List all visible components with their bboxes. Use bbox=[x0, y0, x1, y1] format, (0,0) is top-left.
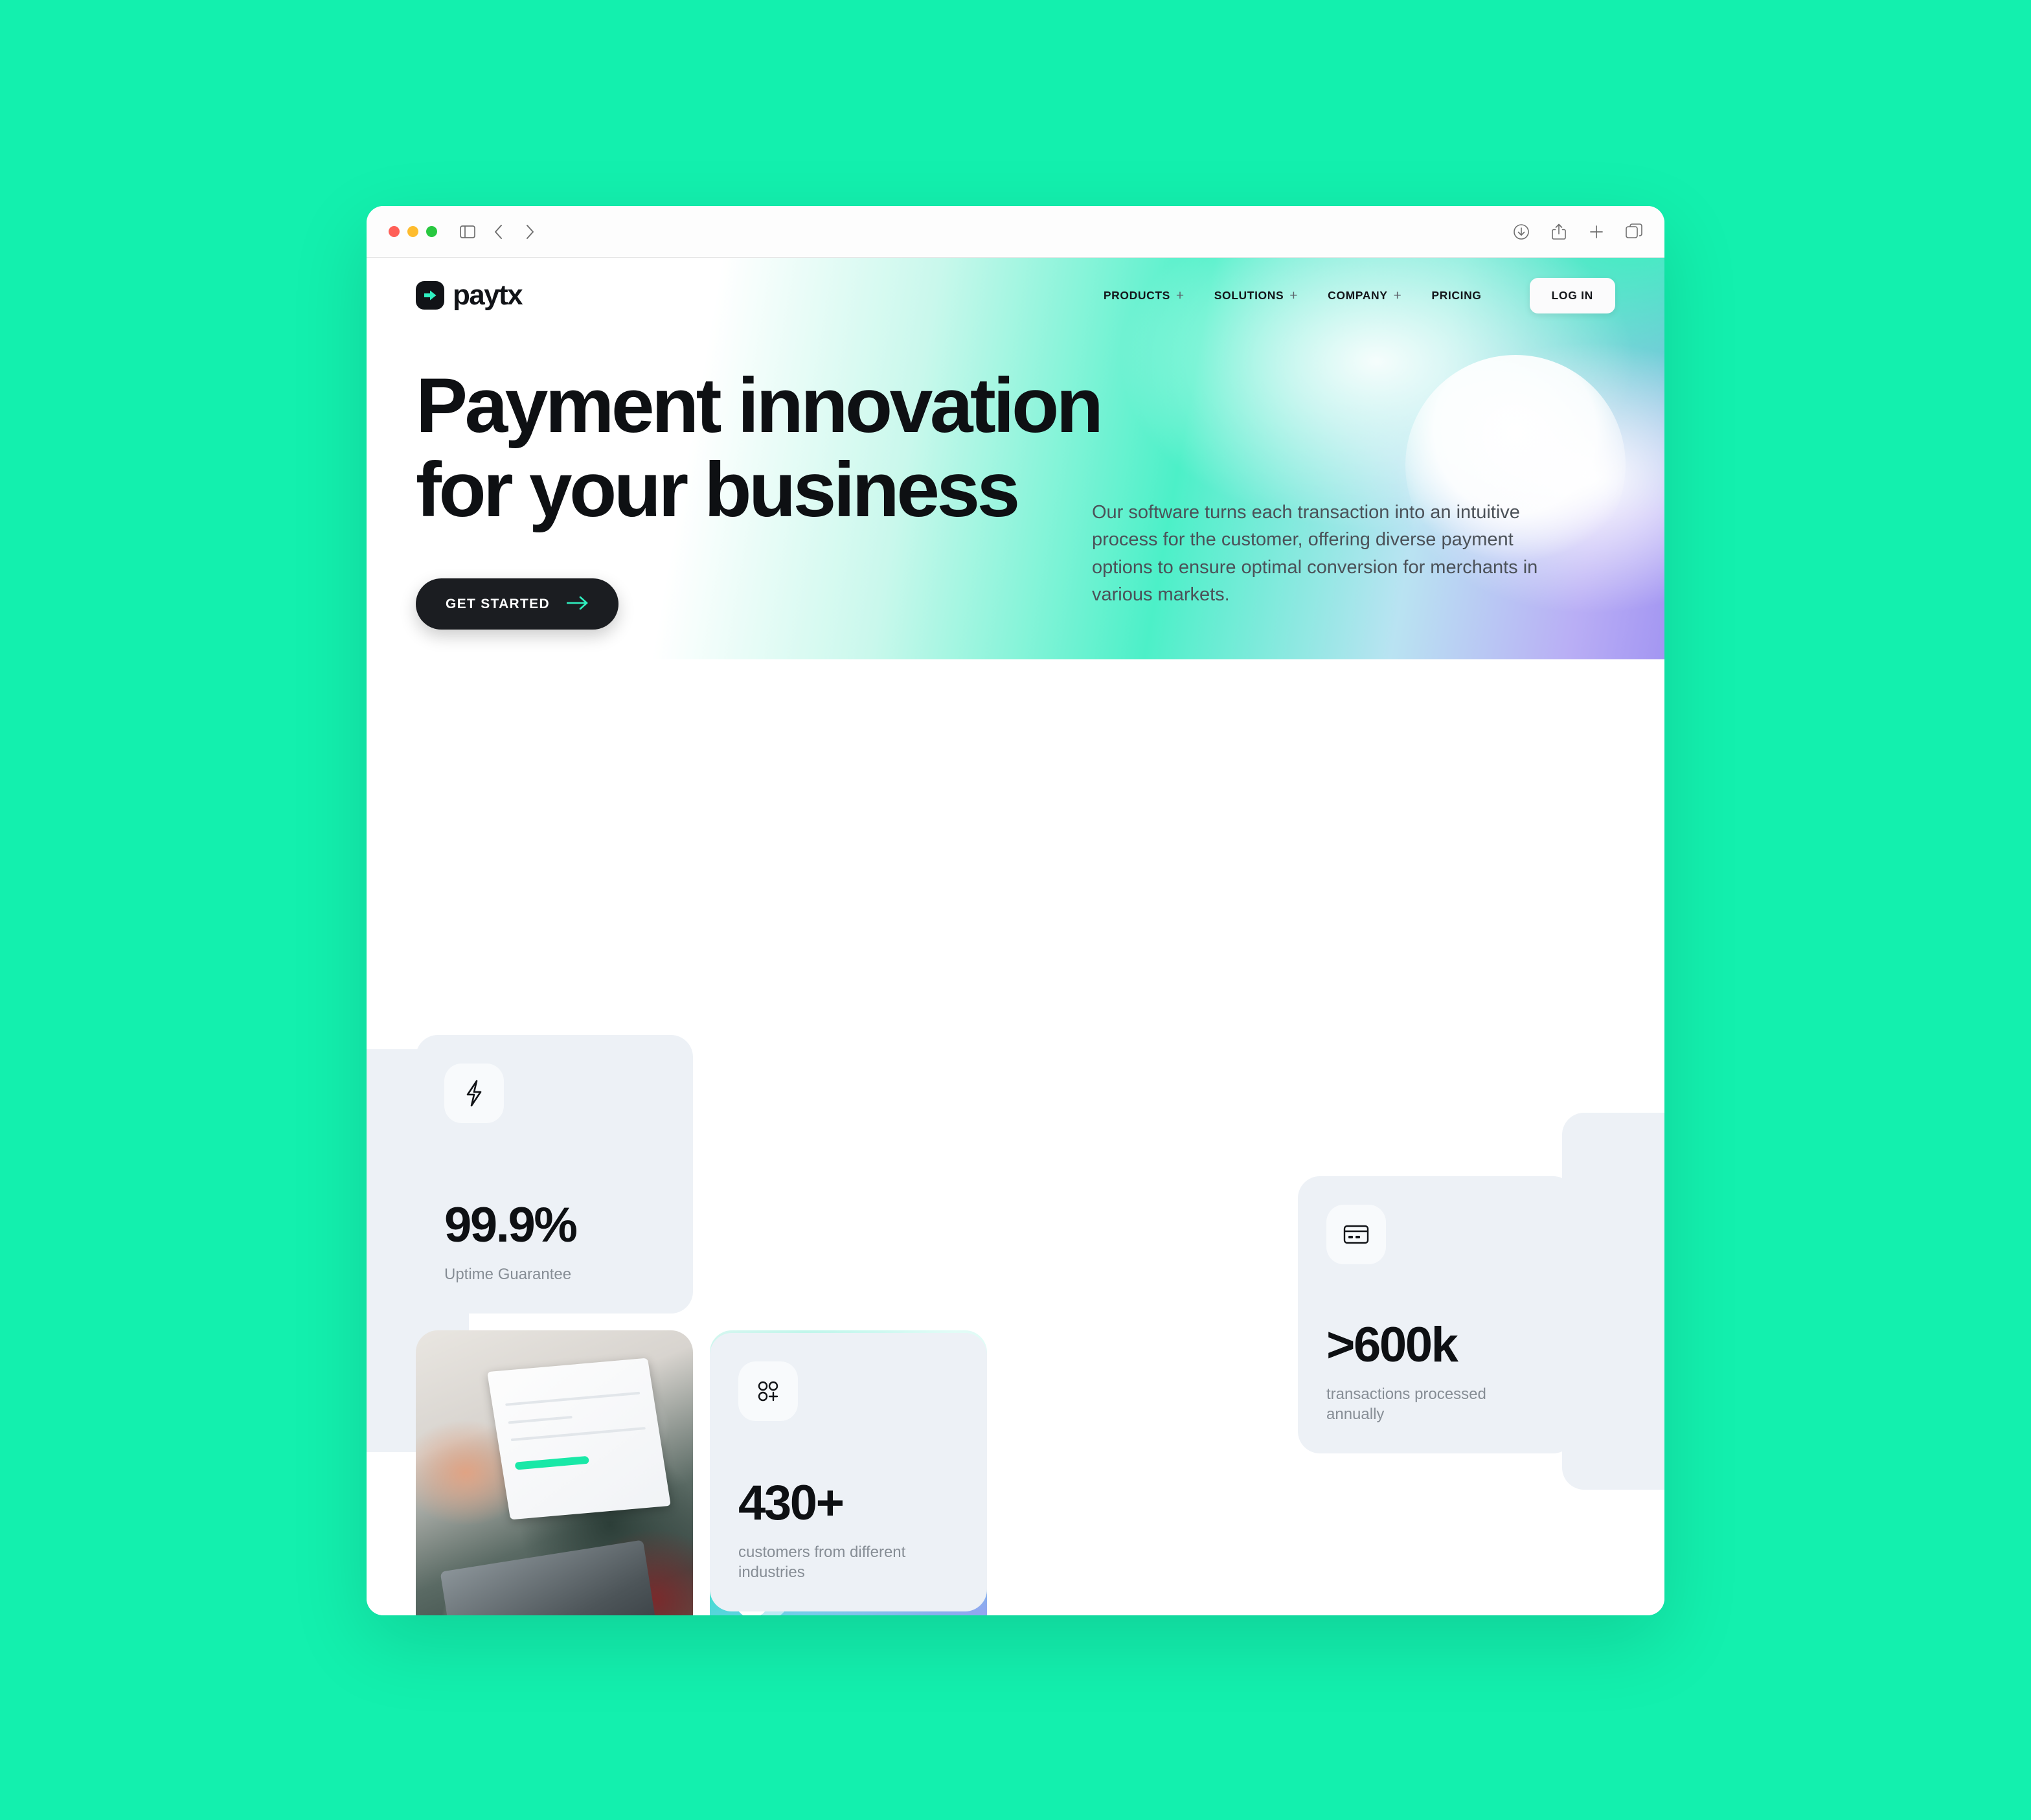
nav-item-solutions[interactable]: SOLUTIONS + bbox=[1214, 289, 1298, 302]
stat-card-uptime: 99.9% Uptime Guarantee bbox=[416, 1035, 693, 1314]
users-plus-icon bbox=[738, 1361, 798, 1421]
browser-toolbar bbox=[367, 206, 1664, 258]
credit-card-icon bbox=[1326, 1205, 1386, 1264]
main-navigation: PRODUCTS + SOLUTIONS + COMPANY + PRICING… bbox=[1104, 277, 1615, 313]
toolbar-actions bbox=[1513, 223, 1642, 240]
stat-label: transactions processed annually bbox=[1326, 1385, 1486, 1424]
nav-item-company[interactable]: COMPANY + bbox=[1328, 289, 1401, 302]
brand-logo[interactable]: paytx bbox=[416, 279, 523, 312]
laptop-body bbox=[440, 1540, 663, 1615]
toolbar-navigation bbox=[459, 223, 538, 240]
new-tab-icon[interactable] bbox=[1588, 223, 1605, 240]
stat-card-transactions: >600k transactions processed annually bbox=[1298, 1176, 1575, 1453]
stat-label: Uptime Guarantee bbox=[444, 1266, 572, 1284]
website-page: paytx PRODUCTS + SOLUTIONS + COMPANY + P… bbox=[367, 258, 1664, 1615]
nav-label: COMPANY bbox=[1328, 288, 1388, 302]
laptop-screen bbox=[487, 1358, 672, 1520]
stat-label: customers from different industries bbox=[738, 1543, 906, 1582]
cta-label: GET STARTED bbox=[446, 596, 550, 611]
tab-overview-icon[interactable] bbox=[1626, 223, 1642, 240]
nav-label: SOLUTIONS bbox=[1214, 288, 1284, 302]
stat-value: >600k bbox=[1326, 1317, 1458, 1372]
feature-card-grid: 99.9% Uptime Guarantee 430+ customers fr… bbox=[416, 956, 1615, 1615]
photo-laptop-checkout bbox=[416, 1330, 693, 1615]
forward-icon[interactable] bbox=[521, 223, 538, 240]
sidebar-icon[interactable] bbox=[459, 223, 476, 240]
browser-window: paytx PRODUCTS + SOLUTIONS + COMPANY + P… bbox=[367, 206, 1664, 1615]
arrow-right-icon bbox=[566, 596, 589, 612]
brand-name: paytx bbox=[453, 279, 523, 311]
stat-card-customers: 430+ customers from different industries bbox=[710, 1333, 987, 1611]
hero-heading-line1: Payment innovation bbox=[416, 362, 1104, 449]
back-icon[interactable] bbox=[490, 223, 507, 240]
screen-line bbox=[505, 1391, 641, 1406]
photo-image bbox=[416, 1330, 693, 1615]
close-window-button[interactable] bbox=[389, 226, 400, 237]
login-button[interactable]: LOG IN bbox=[1529, 277, 1615, 313]
nav-label: PRICING bbox=[1431, 288, 1482, 302]
hero-paragraph: Our software turns each transaction into… bbox=[1092, 502, 1538, 605]
nav-item-pricing[interactable]: PRICING bbox=[1431, 289, 1481, 302]
share-icon[interactable] bbox=[1550, 223, 1567, 240]
downloads-icon[interactable] bbox=[1513, 223, 1530, 240]
traffic-lights bbox=[389, 226, 437, 237]
site-header: paytx PRODUCTS + SOLUTIONS + COMPANY + P… bbox=[367, 258, 1664, 333]
arrow-right-icon bbox=[416, 281, 444, 310]
stat-value: 430+ bbox=[738, 1475, 845, 1530]
get-started-button[interactable]: GET STARTED bbox=[416, 578, 618, 630]
maximize-window-button[interactable] bbox=[426, 226, 437, 237]
plus-icon: + bbox=[1175, 288, 1185, 303]
plus-icon: + bbox=[1289, 288, 1299, 303]
screen-cta-bar bbox=[514, 1456, 590, 1470]
plus-icon: + bbox=[1393, 288, 1402, 303]
nav-item-products[interactable]: PRODUCTS + bbox=[1104, 289, 1185, 302]
screen-line bbox=[508, 1415, 573, 1424]
stat-value: 99.9% bbox=[444, 1198, 578, 1253]
nav-label: PRODUCTS bbox=[1103, 288, 1170, 302]
screen-line bbox=[510, 1427, 646, 1442]
minimize-window-button[interactable] bbox=[407, 226, 418, 237]
lightning-bolt-icon bbox=[444, 1064, 504, 1123]
